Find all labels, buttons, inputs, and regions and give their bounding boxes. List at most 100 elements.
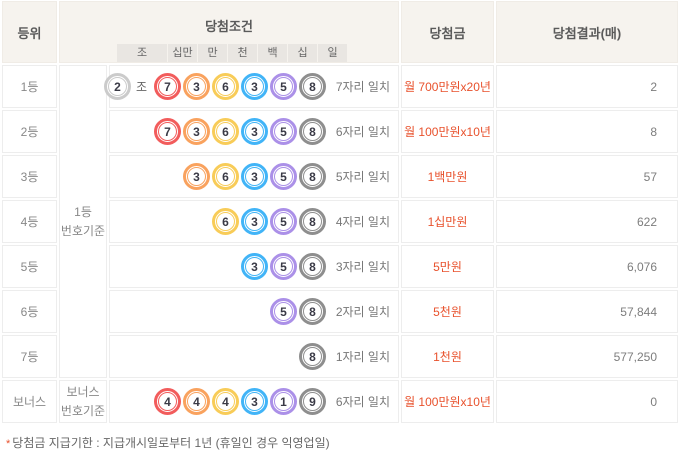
count-cell: 6,076 — [496, 245, 678, 288]
lottery-ball: 3 — [241, 388, 268, 415]
ball-number: 4 — [158, 392, 177, 411]
condition-inner: 363585자리 일치 — [110, 163, 394, 190]
condition-cell: 363585자리 일치 — [109, 155, 399, 198]
ball-number: 7 — [158, 77, 177, 96]
ball-number: 8 — [303, 122, 322, 141]
digit-header-10: 십 — [288, 44, 317, 62]
rank-cell: 6등 — [2, 290, 57, 333]
lottery-ball: 8 — [299, 73, 326, 100]
lottery-ball: 5 — [270, 298, 297, 325]
ball-number: 5 — [274, 212, 293, 231]
ball-number: 6 — [216, 122, 235, 141]
lottery-ball: 5 — [270, 253, 297, 280]
ball-number: 3 — [245, 167, 264, 186]
condition-cell: 63584자리 일치 — [109, 200, 399, 243]
digit-position-bar: 조 십만 만 천 백 십 일 — [117, 44, 341, 62]
condition-inner: 4443196자리 일치 — [110, 388, 394, 415]
lottery-ball: 6 — [212, 163, 239, 190]
match-label: 5자리 일치 — [326, 168, 394, 185]
winning-balls: 36358 — [183, 163, 326, 190]
match-label: 6자리 일치 — [326, 123, 394, 140]
lottery-ball: 2 — [104, 73, 131, 100]
lottery-ball: 7 — [154, 73, 181, 100]
ball-number: 6 — [216, 77, 235, 96]
lottery-ball: 5 — [270, 208, 297, 235]
lottery-ball: 3 — [241, 118, 268, 145]
result-row: 1등1등번호기준2조7363587자리 일치월 700만원x20년2 — [2, 65, 678, 108]
prize-cell: 5만원 — [401, 245, 494, 288]
lottery-ball: 4 — [183, 388, 210, 415]
ball-number: 5 — [274, 302, 293, 321]
condition-cell: 4443196자리 일치 — [109, 380, 399, 423]
lottery-ball: 8 — [299, 118, 326, 145]
lottery-ball: 1 — [270, 388, 297, 415]
lottery-ball: 4 — [212, 388, 239, 415]
count-cell: 8 — [496, 110, 678, 153]
lottery-ball: 5 — [270, 163, 297, 190]
condition-cell: 81자리 일치 — [109, 335, 399, 378]
rank-cell: 보너스 — [2, 380, 57, 423]
prize-cell: 월 700만원x20년 — [401, 65, 494, 108]
footnote-mark: * — [6, 438, 10, 450]
ball-number: 6 — [216, 167, 235, 186]
lottery-ball: 8 — [299, 163, 326, 190]
ball-number: 4 — [216, 392, 235, 411]
ball-number: 8 — [303, 257, 322, 276]
lottery-ball: 3 — [241, 163, 268, 190]
digit-header-100k: 십만 — [168, 44, 197, 62]
ball-number: 3 — [245, 122, 264, 141]
ball-number: 3 — [245, 392, 264, 411]
lottery-ball: 6 — [212, 118, 239, 145]
table-header-row: 등위 당첨조건 조 십만 만 천 백 십 일 당첨금 당첨결과(매) — [2, 1, 678, 63]
lottery-ball: 4 — [154, 388, 181, 415]
rank-cell: 2등 — [2, 110, 57, 153]
condition-inner: 63584자리 일치 — [110, 208, 394, 235]
digit-header-1: 일 — [318, 44, 347, 62]
count-cell: 622 — [496, 200, 678, 243]
footnote: *당첨금 지급기한 : 지급개시일로부터 1년 (휴일인 경우 익영업일) — [6, 434, 680, 450]
ball-number: 5 — [274, 122, 293, 141]
condition-inner: 7363586자리 일치 — [110, 118, 394, 145]
ball-number: 2 — [108, 77, 127, 96]
count-cell: 0 — [496, 380, 678, 423]
digit-header-jo: 조 — [117, 44, 167, 62]
ball-number: 6 — [216, 212, 235, 231]
match-label: 6자리 일치 — [326, 393, 394, 410]
condition-inner: 2조7363587자리 일치 — [110, 73, 394, 100]
lottery-ball: 8 — [299, 343, 326, 370]
count-cell: 57,844 — [496, 290, 678, 333]
lottery-results-table: 등위 당첨조건 조 십만 만 천 백 십 일 당첨금 당첨결과(매) 1등1등번… — [0, 0, 680, 425]
ball-number: 5 — [274, 257, 293, 276]
lottery-ball: 5 — [270, 118, 297, 145]
winning-balls: 736358 — [154, 118, 326, 145]
basis-line2: 번호기준 — [60, 402, 106, 421]
condition-inner: 3583자리 일치 — [110, 253, 394, 280]
lottery-ball: 6 — [212, 73, 239, 100]
lottery-ball: 3 — [241, 253, 268, 280]
lottery-ball: 8 — [299, 208, 326, 235]
ball-number: 1 — [274, 392, 293, 411]
lottery-ball: 6 — [212, 208, 239, 235]
condition-inner: 582자리 일치 — [110, 298, 394, 325]
ball-number: 3 — [187, 122, 206, 141]
winning-balls: 58 — [270, 298, 326, 325]
ball-number: 4 — [187, 392, 206, 411]
prize-column-header: 당첨금 — [401, 1, 494, 63]
ball-number: 8 — [303, 167, 322, 186]
ball-number: 3 — [245, 212, 264, 231]
match-label: 2자리 일치 — [326, 303, 394, 320]
lottery-ball: 7 — [154, 118, 181, 145]
footnote-text: 당첨금 지급기한 : 지급개시일로부터 1년 (휴일인 경우 익영업일) — [12, 436, 329, 450]
jo-label: 조 — [136, 78, 147, 95]
count-cell: 577,250 — [496, 335, 678, 378]
winning-balls: 2조736358 — [104, 73, 326, 100]
lottery-ball: 3 — [183, 73, 210, 100]
lottery-ball: 3 — [183, 163, 210, 190]
lottery-ball: 9 — [299, 388, 326, 415]
rank-cell: 4등 — [2, 200, 57, 243]
winning-balls: 444319 — [154, 388, 326, 415]
digit-header-1k: 천 — [228, 44, 257, 62]
condition-header-label: 당첨조건 — [60, 16, 398, 35]
lottery-ball: 8 — [299, 298, 326, 325]
rank-cell: 7등 — [2, 335, 57, 378]
